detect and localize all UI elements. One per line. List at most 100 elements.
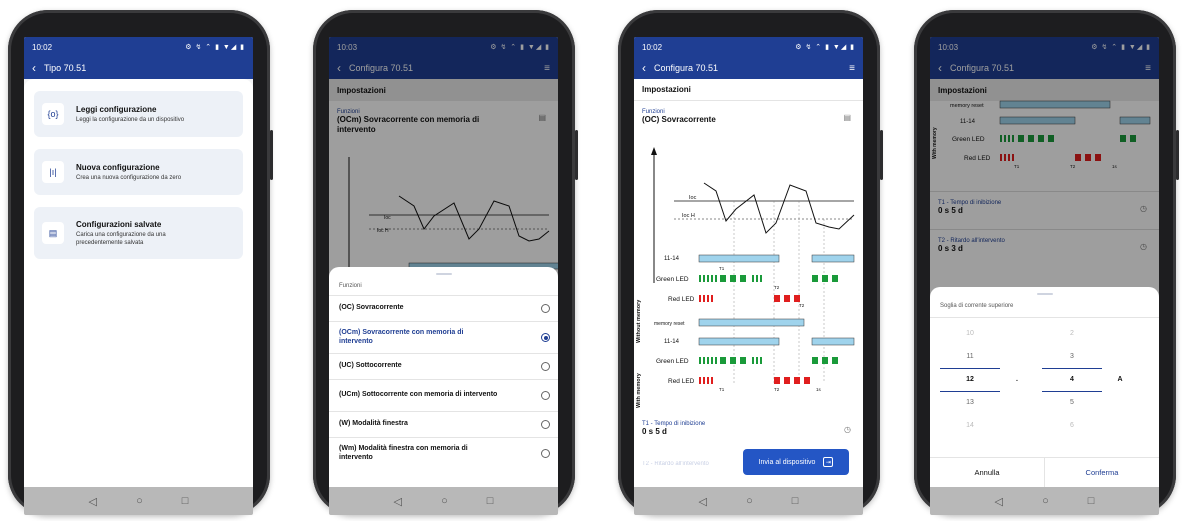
nav-recent-icon[interactable]: □ (792, 495, 799, 507)
saved-config-card[interactable]: ▤ Configurazioni salvate Carica una conf… (34, 207, 243, 259)
radio-button[interactable] (541, 420, 550, 429)
screen-1: 10:02 ⚙ ↯ ⌃ ▮ ▼◢ ▮ ‹ Tipo 70.51 {o} Legg… (24, 37, 253, 515)
side-button (575, 130, 578, 180)
send-to-device-button[interactable]: Invia al dispositivo ⇥ (743, 449, 849, 475)
back-arrow-icon[interactable]: ‹ (32, 61, 36, 75)
status-time: 10:02 (32, 42, 53, 52)
page-title: Configura 70.51 (349, 63, 414, 73)
status-icons: ⚙ ↯ ⌃ ▮ ▼◢ ▮ (795, 44, 855, 51)
status-bar: 10:02 ⚙ ↯ ⌃ ▮ ▼◢ ▮ (24, 37, 253, 57)
nav-recent-icon[interactable]: □ (1088, 495, 1095, 507)
nav-home-icon[interactable]: ○ (1042, 495, 1049, 507)
read-config-card[interactable]: {o} Leggi configurazione Leggi la config… (34, 91, 243, 137)
send-button-label: Invia al dispositivo (758, 458, 816, 466)
without-memory-label: Without memory (636, 299, 642, 343)
nav-recent-icon[interactable]: □ (487, 495, 494, 507)
system-nav-bar: ◁ ○ □ (930, 487, 1159, 515)
option-ocm[interactable]: (OCm) Sovracorrente con memoria di inter… (329, 321, 558, 353)
row-label-red: Red LED (668, 296, 695, 303)
radio-button[interactable] (541, 362, 550, 371)
row-label-green: Green LED (952, 136, 985, 143)
unit-label: A (1117, 376, 1123, 383)
section-header: Impostazioni (634, 79, 863, 101)
timing-diagram: Ioc Ioc H Without memory 11-14 T1 Green … (634, 143, 863, 418)
nav-back-icon[interactable]: ◁ (89, 495, 97, 508)
with-memory-label: With memory (636, 372, 642, 408)
card-title: Configurazioni salvate (76, 219, 162, 229)
confirm-button[interactable]: Conferma (1045, 458, 1159, 487)
row-label-1114: 11-14 (664, 256, 680, 262)
filter-icon[interactable]: ≡ (849, 63, 855, 74)
page-title: Configura 70.51 (654, 63, 719, 73)
picker-value: 5 (1070, 399, 1074, 406)
t1-field[interactable]: T1 - Tempo di inibizione 0 s 5 d ◷ (634, 413, 863, 441)
function-field[interactable]: Funzioni (OC) Sovracorrente ▤ (634, 101, 863, 129)
timing-diagram: Ioc Ioc H (329, 151, 558, 276)
status-bar: 10:03 ⚙ ↯ ⌃ ▮ ▼◢ ▮ (930, 37, 1159, 57)
picker-selection-line (1042, 391, 1102, 392)
option-oc[interactable]: (OC) Sovracorrente (329, 295, 558, 321)
back-arrow-icon[interactable]: ‹ (642, 61, 646, 75)
nav-home-icon[interactable]: ○ (441, 495, 448, 507)
page-title: Configura 70.51 (950, 63, 1015, 73)
t1-field[interactable]: T1 - Tempo di inibizione 0 s 5 d ◷ (930, 191, 1159, 220)
back-arrow-icon[interactable]: ‹ (938, 61, 942, 75)
status-bar: 10:03 ⚙ ↯ ⌃ ▮ ▼◢ ▮ (329, 37, 558, 57)
nav-back-icon[interactable]: ◁ (699, 495, 707, 508)
number-picker[interactable]: 10 11 12 13 14 . 2 3 4 5 6 A (930, 322, 1159, 440)
card-subtitle: Crea una nuova configurazione da zero (76, 174, 182, 181)
option-uc[interactable]: (UC) Sottocorrente (329, 353, 558, 379)
row-label-green: Green LED (656, 358, 689, 365)
radio-button[interactable] (541, 449, 550, 458)
nav-back-icon[interactable]: ◁ (995, 495, 1003, 508)
phone-3: 10:02 ⚙ ↯ ⌃ ▮ ▼◢ ▮ ‹ Configura 70.51 ≡ I… (618, 10, 883, 515)
option-wm[interactable]: (Wm) Modalità finestra con memoria di in… (329, 437, 558, 469)
nav-home-icon[interactable]: ○ (136, 495, 143, 507)
t2-label: T2 (799, 303, 805, 308)
list-icon: ▤ (843, 113, 851, 122)
filter-icon[interactable]: ≡ (1145, 63, 1151, 74)
radio-button[interactable] (541, 304, 550, 313)
status-time: 10:03 (938, 42, 959, 52)
radio-button[interactable] (541, 391, 550, 400)
option-w[interactable]: (W) Modalità finestra (329, 411, 558, 437)
picker-column-decimal[interactable]: 2 3 4 5 6 (1042, 322, 1102, 437)
option-label: (OC) Sovracorrente (339, 304, 404, 312)
row-label-1114: 11-14 (960, 119, 976, 125)
sheet-handle[interactable] (1036, 293, 1053, 295)
list-icon: ▤ (538, 113, 546, 122)
picker-value-selected: 4 (1070, 376, 1074, 383)
filter-icon[interactable]: ≡ (544, 63, 550, 74)
back-arrow-icon[interactable]: ‹ (337, 61, 341, 75)
row-label-red: Red LED (964, 155, 991, 162)
picker-column-integer[interactable]: 10 11 12 13 14 (940, 322, 1000, 437)
field-value: 0 s 3 d (938, 244, 963, 253)
picker-value: 2 (1070, 330, 1074, 337)
picker-selection-line (940, 391, 1000, 392)
option-label: (Wm) Modalità finestra con memoria di in… (339, 445, 468, 461)
radio-button-selected[interactable] (541, 333, 550, 342)
picker-value: 14 (966, 422, 974, 429)
option-ucm[interactable]: (UCm) Sottocorrente con memoria di inter… (329, 379, 558, 411)
new-config-card[interactable]: |ı| Nuova configurazione Crea una nuova … (34, 149, 243, 195)
nav-home-icon[interactable]: ○ (746, 495, 753, 507)
nav-recent-icon[interactable]: □ (182, 495, 189, 507)
row-label-red: Red LED (668, 378, 695, 385)
sheet-title: Funzioni (339, 283, 362, 289)
option-label: (W) Modalità finestra (339, 420, 408, 428)
t1-label: T1 (719, 387, 725, 392)
t2-label: T2 (1070, 164, 1076, 169)
nav-back-icon[interactable]: ◁ (394, 495, 402, 508)
field-value: 0 s 5 d (642, 427, 667, 436)
status-icons: ⚙ ↯ ⌃ ▮ ▼◢ ▮ (185, 44, 245, 51)
phone-2: 10:03 ⚙ ↯ ⌃ ▮ ▼◢ ▮ ‹ Configura 70.51 ≡ I… (313, 10, 578, 515)
ioch-label: Ioc H (682, 213, 695, 219)
option-label: (UCm) Sottocorrente con memoria di inter… (339, 391, 498, 399)
function-field[interactable]: Funzioni (OCm) Sovracorrente con memoria… (329, 101, 558, 139)
threshold-sheet: Soglia di corrente superiore 10 11 12 13… (930, 287, 1159, 487)
field-value: (OC) Sovracorrente (642, 115, 716, 124)
sheet-handle[interactable] (435, 273, 452, 275)
cancel-button[interactable]: Annulla (930, 458, 1045, 487)
app-bar: ‹ Configura 70.51 ≡ (634, 57, 863, 79)
t2-field[interactable]: T2 - Ritardo all'intervento 0 s 3 d ◷ (930, 229, 1159, 258)
